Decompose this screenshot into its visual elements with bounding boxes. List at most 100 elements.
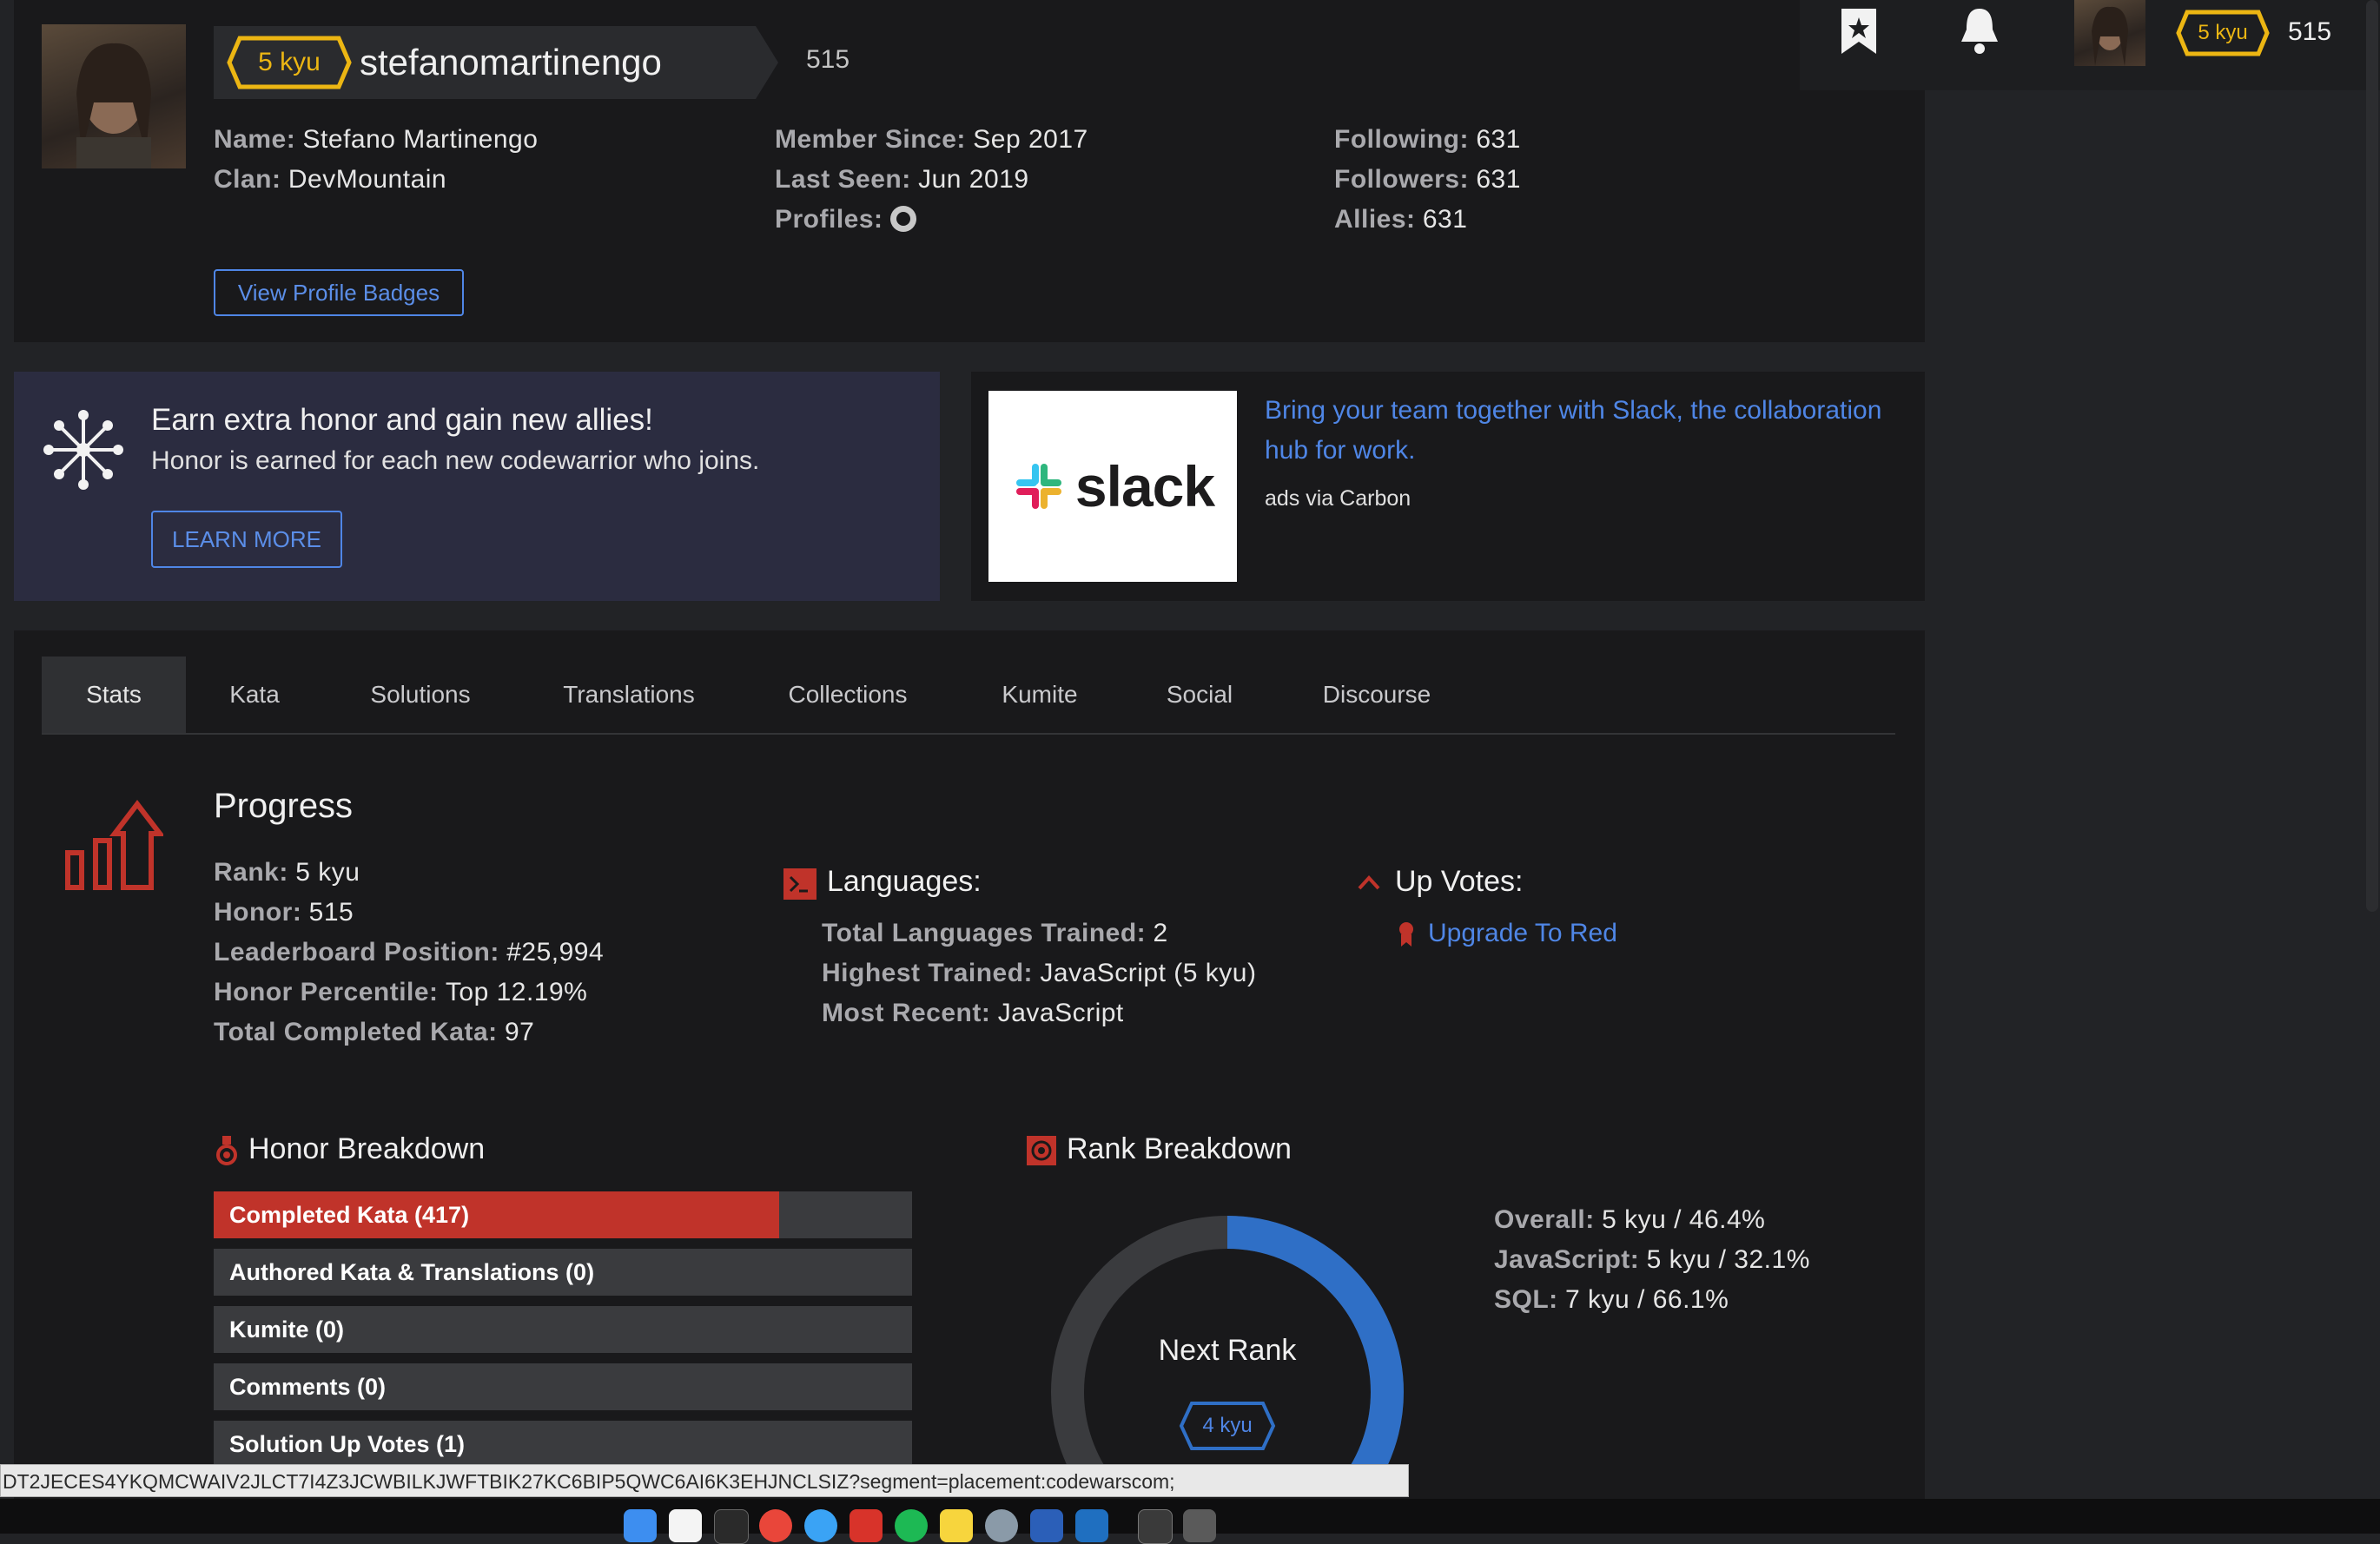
completed-row: Total Completed Kata: 97 bbox=[214, 1018, 534, 1047]
percentile-label: Honor Percentile: bbox=[214, 978, 439, 1006]
tab-collections[interactable]: Collections bbox=[770, 657, 926, 733]
tab-kumite[interactable]: Kumite bbox=[987, 657, 1093, 733]
status-url-bar: DT2JECES4YKQMCWAIV2JLCT7I4Z3JCWBILKJWFTB… bbox=[0, 1464, 1409, 1497]
followers-row[interactable]: Followers: 631 bbox=[1334, 165, 1521, 195]
bookmark-app-icon[interactable] bbox=[850, 1509, 883, 1542]
honor-breakdown-title: Honor Breakdown bbox=[248, 1132, 486, 1165]
promo-subtitle: Honor is earned for each new codewarrior… bbox=[151, 446, 760, 475]
overall-value: 5 kyu / 46.4% bbox=[1602, 1205, 1766, 1234]
overall-row: Overall: 5 kyu / 46.4% bbox=[1494, 1205, 1765, 1235]
highest-trained-row: Highest Trained: JavaScript (5 kyu) bbox=[822, 959, 1256, 988]
percentile-value: Top 12.19% bbox=[445, 978, 588, 1006]
honor-score: 515 bbox=[806, 45, 850, 74]
tab-social[interactable]: Social bbox=[1154, 657, 1246, 733]
member-since-value: Sep 2017 bbox=[973, 125, 1088, 154]
messages-icon[interactable] bbox=[804, 1509, 837, 1542]
last-seen-label: Last Seen: bbox=[775, 165, 911, 194]
clan-value: DevMountain bbox=[288, 165, 447, 194]
vscode-icon[interactable] bbox=[1075, 1509, 1108, 1542]
member-since-row: Member Since: Sep 2017 bbox=[775, 125, 1088, 155]
next-rank-badge: 4 kyu bbox=[1202, 1414, 1253, 1437]
user-avatar-small[interactable] bbox=[2074, 0, 2145, 66]
percentile-row: Honor Percentile: Top 12.19% bbox=[214, 978, 587, 1007]
notes-icon[interactable] bbox=[940, 1509, 973, 1542]
finder-icon[interactable] bbox=[624, 1509, 657, 1542]
scrollbar[interactable] bbox=[2366, 0, 2378, 912]
javascript-row: JavaScript: 5 kyu / 32.1% bbox=[1494, 1245, 1810, 1275]
ribbon-icon bbox=[1399, 922, 1413, 947]
overall-label: Overall: bbox=[1494, 1205, 1595, 1234]
most-recent-label: Most Recent: bbox=[822, 999, 991, 1027]
honor-bar-label: Authored Kata & Translations (0) bbox=[229, 1258, 595, 1285]
honor-bar-label: Completed Kata (417) bbox=[229, 1201, 470, 1228]
sql-value: 7 kyu / 66.1% bbox=[1565, 1285, 1729, 1314]
slack-wordmark: slack bbox=[1074, 454, 1215, 518]
trash-icon[interactable] bbox=[1183, 1509, 1216, 1542]
terminal-app-icon[interactable] bbox=[714, 1509, 749, 1544]
view-profile-badges-button[interactable]: View Profile Badges bbox=[214, 269, 464, 316]
last-seen-row: Last Seen: Jun 2019 bbox=[775, 165, 1029, 195]
promo-title: Earn extra honor and gain new allies! bbox=[151, 403, 653, 437]
rank-label: Rank: bbox=[214, 858, 288, 887]
completed-value: 97 bbox=[504, 1018, 535, 1046]
tab-solutions[interactable]: Solutions bbox=[351, 657, 490, 733]
followers-label: Followers: bbox=[1334, 165, 1470, 194]
chevron-up-icon bbox=[1358, 875, 1380, 890]
topbar-rank-badge: 5 kyu bbox=[2198, 21, 2248, 44]
following-row[interactable]: Following: 631 bbox=[1334, 125, 1521, 155]
following-label: Following: bbox=[1334, 125, 1469, 154]
learn-more-button[interactable]: LEARN MORE bbox=[151, 511, 342, 568]
completed-label: Total Completed Kata: bbox=[214, 1018, 498, 1046]
name-row: Name: Stefano Martinengo bbox=[214, 125, 538, 155]
medal-icon bbox=[216, 1136, 237, 1165]
languages-trained-value: 2 bbox=[1153, 919, 1168, 947]
allies-row[interactable]: Allies: 631 bbox=[1334, 205, 1467, 234]
name-value: Stefano Martinengo bbox=[302, 125, 539, 154]
allies-label: Allies: bbox=[1334, 205, 1416, 234]
upvotes-title: Up Votes: bbox=[1395, 865, 1524, 898]
languages-trained-row: Total Languages Trained: 2 bbox=[822, 919, 1168, 948]
tab-kata[interactable]: Kata bbox=[200, 657, 309, 733]
progress-title: Progress bbox=[214, 787, 354, 825]
slack-app-icon[interactable] bbox=[669, 1509, 702, 1542]
honor-value: 515 bbox=[308, 898, 354, 927]
javascript-value: 5 kyu / 32.1% bbox=[1646, 1245, 1810, 1274]
rank-breakdown-title: Rank Breakdown bbox=[1067, 1132, 1292, 1165]
window-icon[interactable] bbox=[1138, 1509, 1173, 1544]
javascript-label: JavaScript: bbox=[1494, 1245, 1640, 1274]
honor-bar-comments: Comments (0) bbox=[214, 1363, 912, 1410]
spotify-icon[interactable] bbox=[895, 1509, 928, 1542]
tab-stats[interactable]: Stats bbox=[42, 657, 186, 733]
tab-discourse[interactable]: Discourse bbox=[1306, 657, 1447, 733]
slack-ad-image[interactable]: slack bbox=[988, 391, 1237, 582]
profiles-row: Profiles: bbox=[775, 205, 916, 234]
rank-badge: 5 kyu bbox=[258, 48, 321, 76]
honor-bar-kumite: Kumite (0) bbox=[214, 1306, 912, 1353]
name-label: Name: bbox=[214, 125, 296, 154]
most-recent-row: Most Recent: JavaScript bbox=[822, 999, 1124, 1028]
bookmark-icon[interactable] bbox=[1840, 7, 1878, 56]
member-since-label: Member Since: bbox=[775, 125, 966, 154]
tab-translations[interactable]: Translations bbox=[547, 657, 711, 733]
honor-bar-solution-upvotes: Solution Up Votes (1) bbox=[214, 1421, 912, 1468]
ads-via-carbon-link[interactable]: ads via Carbon bbox=[1265, 486, 1411, 511]
avatar[interactable] bbox=[42, 24, 186, 168]
rank-value: 5 kyu bbox=[295, 858, 360, 887]
word-icon[interactable] bbox=[1030, 1509, 1063, 1542]
username: stefanomartinengo bbox=[360, 42, 662, 82]
chrome-icon[interactable] bbox=[759, 1509, 792, 1542]
bell-icon[interactable] bbox=[1958, 5, 2001, 56]
ad-text-link[interactable]: Bring your team together with Slack, the… bbox=[1265, 391, 1907, 471]
following-value: 631 bbox=[1476, 125, 1521, 154]
languages-title: Languages: bbox=[827, 865, 982, 898]
honor-bar-completed-kata: Completed Kata (417) bbox=[214, 1191, 912, 1238]
upgrade-to-red-link[interactable]: Upgrade To Red bbox=[1428, 919, 1617, 948]
honor-label: Honor: bbox=[214, 898, 302, 927]
launchpad-icon[interactable] bbox=[985, 1509, 1018, 1542]
profiles-label: Profiles: bbox=[775, 205, 883, 234]
clan-row: Clan: DevMountain bbox=[214, 165, 446, 195]
github-icon[interactable] bbox=[889, 206, 916, 233]
progress-chart-icon bbox=[65, 800, 163, 890]
topbar-honor: 515 bbox=[2288, 17, 2332, 46]
highest-trained-value: JavaScript (5 kyu) bbox=[1040, 959, 1257, 987]
